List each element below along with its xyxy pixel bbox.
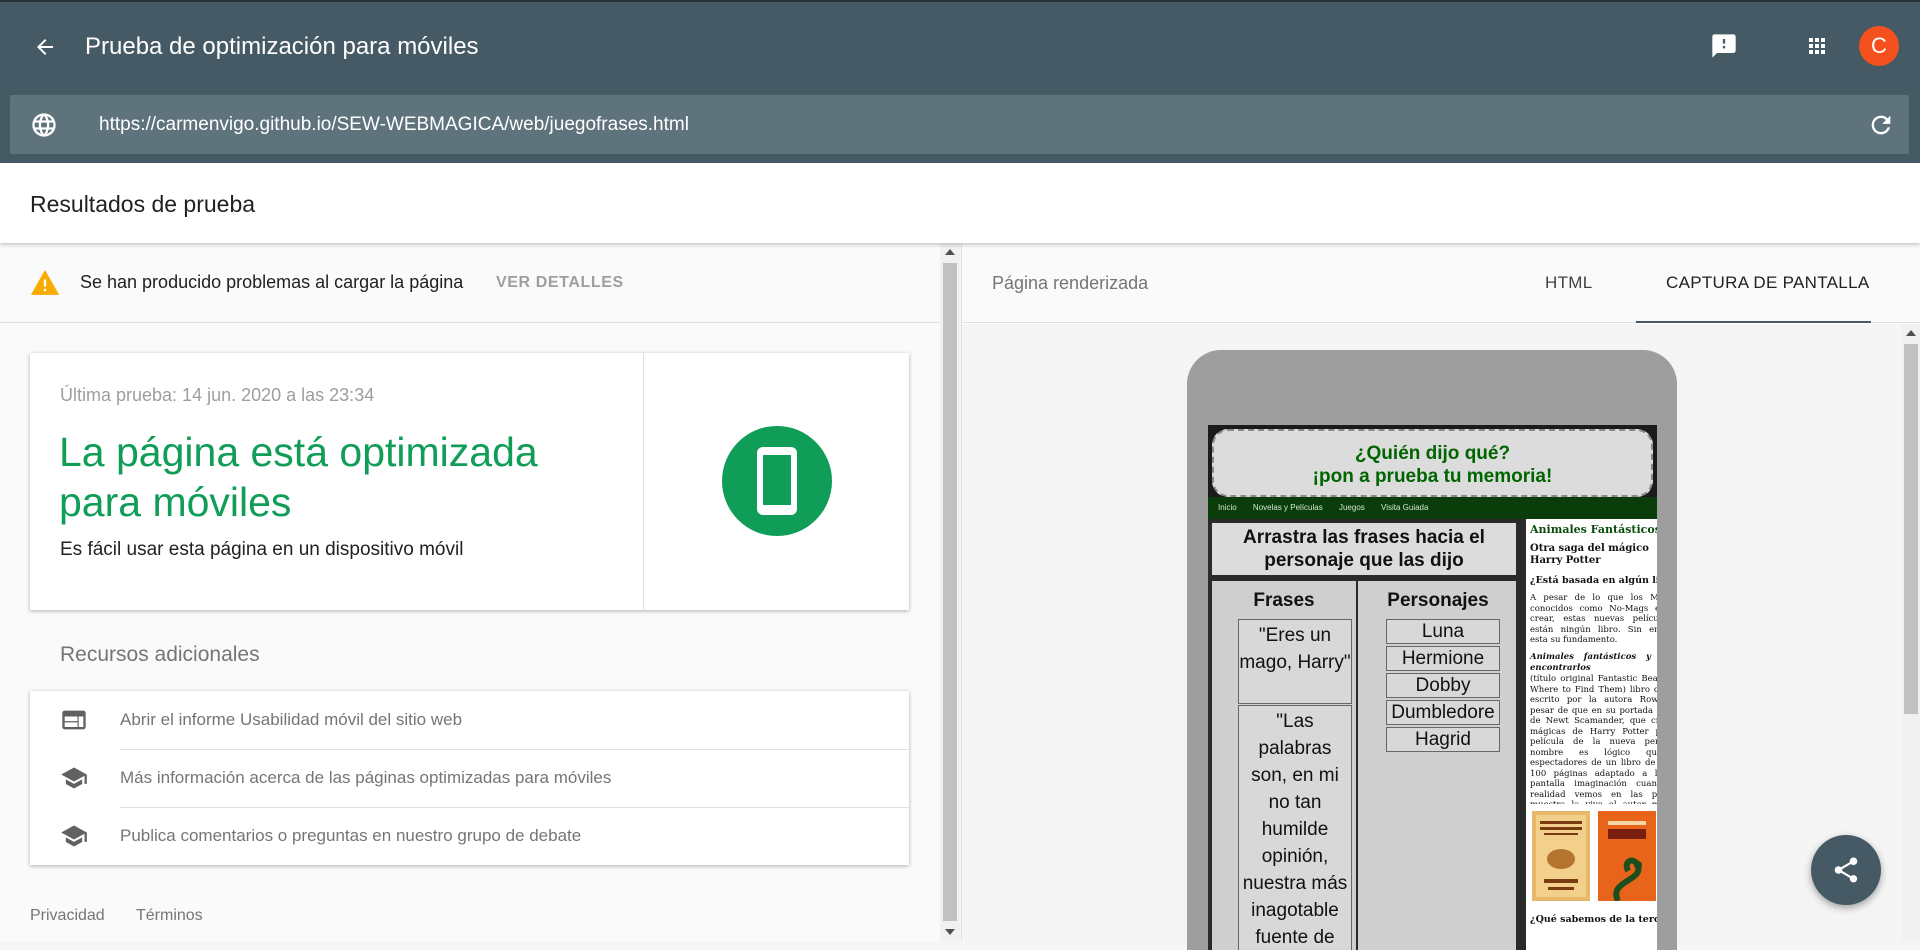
load-warning: Se han producido problemas al cargar la … <box>0 243 940 323</box>
site-nav: Inicio Novelas y Películas Juegos Visita… <box>1208 497 1657 519</box>
personajes-header: Personajes <box>1387 590 1489 611</box>
personaje-card: Luna <box>1386 619 1500 644</box>
avatar[interactable]: C <box>1859 26 1899 66</box>
results-header: Resultados de prueba <box>0 163 1920 243</box>
smartphone-icon <box>757 447 797 515</box>
banner-line-2: ¡pon a prueba tu memoria! <box>1312 466 1553 487</box>
resource-item-learn-more[interactable]: Más información acerca de las páginas op… <box>30 749 909 807</box>
share-button[interactable] <box>1811 835 1881 905</box>
results-title: Resultados de prueba <box>30 191 256 217</box>
tab-screenshot[interactable]: CAPTURA DE PANTALLA <box>1666 273 1869 293</box>
app-header: Prueba de optimización para móviles C ht… <box>0 0 1920 163</box>
arrow-back-icon <box>37 39 53 55</box>
resources-title: Recursos adicionales <box>60 643 260 666</box>
rendered-page-panel: Página renderizada HTML CAPTURA DE PANTA… <box>961 243 1920 950</box>
scrollbar-thumb[interactable] <box>1904 344 1918 714</box>
share-icon <box>1834 857 1858 883</box>
resource-item-usability-report[interactable]: Abrir el informe Usabilidad móvil del si… <box>30 691 909 749</box>
scroll-down-arrow[interactable] <box>945 929 955 935</box>
last-test-date: Última prueba: 14 jun. 2020 a las 23:34 <box>60 385 375 405</box>
tab-html[interactable]: HTML <box>1545 273 1592 293</box>
web-report-icon <box>62 710 86 730</box>
scroll-up-arrow[interactable] <box>945 249 955 255</box>
feedback-button[interactable] <box>1706 28 1742 64</box>
url-bar[interactable]: https://carmenvigo.github.io/SEW-WEBMAGI… <box>10 95 1909 154</box>
warning-icon <box>30 270 60 295</box>
feedback-icon <box>1712 34 1736 58</box>
school-icon <box>61 825 87 847</box>
personaje-card: Hagrid <box>1386 727 1500 752</box>
refresh-icon[interactable] <box>1867 111 1895 139</box>
frase-card: "Las palabras son, en mi no tan humilde … <box>1238 705 1352 950</box>
site-nav-item: Inicio <box>1218 503 1237 512</box>
sidebar-title: Animales Fantásticos <box>1530 523 1657 536</box>
frases-column: Frases "Eres un mago, Harry" "Las palabr… <box>1212 581 1358 950</box>
book-cover-image <box>1598 811 1656 901</box>
banner-line-1: ¿Quién dijo qué? <box>1354 443 1511 464</box>
verdict-heading: La página está optimizada para móviles <box>59 429 538 525</box>
site-nav-item: Novelas y Películas <box>1252 503 1323 512</box>
screenshot-viewport: ¿Quién dijo qué? ¡pon a prueba tu memori… <box>962 324 1901 950</box>
results-panel: Se han producido problemas al cargar la … <box>0 243 940 941</box>
app-title: Prueba de optimización para móviles <box>85 33 479 60</box>
active-tab-indicator <box>1636 321 1871 323</box>
rendered-screenshot: ¿Quién dijo qué? ¡pon a prueba tu memori… <box>1208 425 1657 950</box>
phone-frame: ¿Quién dijo qué? ¡pon a prueba tu memori… <box>1187 350 1677 950</box>
sidebar-question: ¿Qué sabemos de la tercera? <box>1530 914 1657 925</box>
resource-item-label: Abrir el informe Usabilidad móvil del si… <box>120 710 463 729</box>
view-details-link[interactable]: VER DETALLES <box>496 274 624 292</box>
book-cover-image <box>1532 811 1590 901</box>
site-header: ¿Quién dijo qué? ¡pon a prueba tu memori… <box>1208 425 1657 505</box>
rendered-panel-header: Página renderizada HTML CAPTURA DE PANTA… <box>962 243 1920 323</box>
resource-item-label: Publica comentarios o preguntas en nuest… <box>120 826 582 845</box>
game-instructions: Arrastra las frases hacia el personaje q… <box>1212 523 1516 575</box>
school-icon <box>61 767 87 789</box>
scroll-up-arrow[interactable] <box>1906 330 1916 336</box>
site-banner: ¿Quién dijo qué? ¡pon a prueba tu memori… <box>1212 429 1653 497</box>
game-area: Arrastra las frases hacia el personaje q… <box>1208 519 1520 950</box>
sidebar-paragraph: (título original Fantastic Beasts and Wh… <box>1530 674 1657 804</box>
frases-header: Frases <box>1253 590 1315 611</box>
resource-item-label: Más información acerca de las páginas op… <box>120 768 612 787</box>
verdict-subtext: Es fácil usar esta página en un disposit… <box>60 539 464 560</box>
site-sidebar: Animales Fantásticos Otra saga del mágic… <box>1520 519 1657 950</box>
site-nav-item: Visita Guiada <box>1381 503 1429 512</box>
back-button[interactable] <box>28 30 62 64</box>
sidebar-question: ¿Está basada en algún libro? <box>1530 575 1657 586</box>
sidebar-subtitle: Otra saga del mágico Harry Potter <box>1530 543 1649 566</box>
sidebar-paragraph: A pesar de lo que los Muggles, conocidos… <box>1530 593 1657 645</box>
site-nav-item: Juegos <box>1338 503 1365 512</box>
frase-card: "Eres un mago, Harry" <box>1238 619 1352 704</box>
personajes-column: Personajes Luna Hermione Dobby Dumbledor… <box>1360 581 1516 950</box>
results-scrollbar[interactable] <box>940 243 960 941</box>
terms-link[interactable]: Términos <box>136 907 203 925</box>
personaje-card: Dumbledore <box>1386 700 1500 725</box>
result-card: Última prueba: 14 jun. 2020 a las 23:34 … <box>30 353 909 610</box>
rendered-title: Página renderizada <box>992 273 1149 293</box>
card-divider <box>643 353 644 610</box>
privacy-link[interactable]: Privacidad <box>30 907 105 925</box>
personaje-card: Hermione <box>1386 646 1500 671</box>
url-text[interactable]: https://carmenvigo.github.io/SEW-WEBMAGI… <box>99 113 689 137</box>
personaje-card: Dobby <box>1386 673 1500 698</box>
mobile-friendly-badge <box>722 426 832 536</box>
sidebar-paragraph-italic: Animales fantásticos y dónde encontrarlo… <box>1530 652 1657 673</box>
resource-item-discussion-group[interactable]: Publica comentarios o preguntas en nuest… <box>30 807 909 865</box>
game-board: Frases "Eres un mago, Harry" "Las palabr… <box>1212 581 1516 950</box>
scrollbar-thumb[interactable] <box>943 263 957 921</box>
apps-grid-icon <box>1809 38 1825 54</box>
warning-text: Se han producido problemas al cargar la … <box>80 272 464 292</box>
apps-button[interactable] <box>1799 28 1835 64</box>
screenshot-scrollbar[interactable] <box>1901 324 1920 941</box>
globe-icon <box>32 113 56 137</box>
resources-list: Abrir el informe Usabilidad móvil del si… <box>30 691 909 865</box>
